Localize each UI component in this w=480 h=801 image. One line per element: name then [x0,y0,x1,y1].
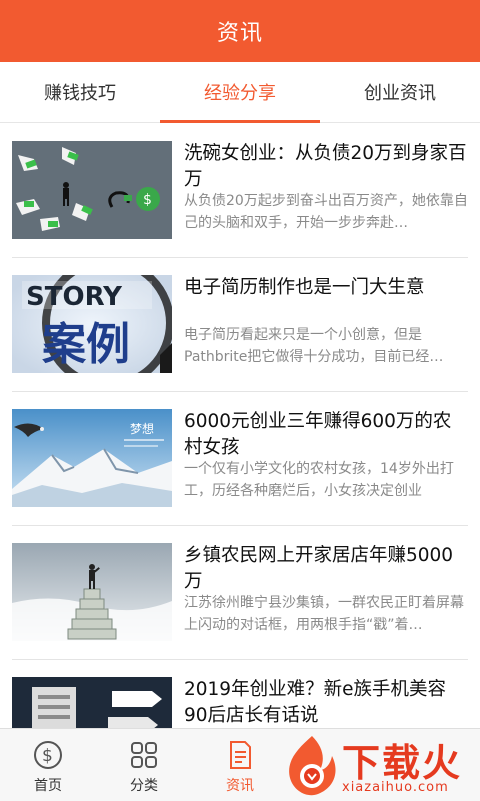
article-list: $ 洗碗女创业：从负债20万到身家百万 从负债20万起步到奋斗出百万资产，她依靠… [0,123,480,728]
dollar-coin-icon: $ [32,739,64,771]
article-thumbnail: STORY 案例 [12,275,172,373]
article-title: 6000元创业三年赚得600万的农村女孩 [184,411,452,458]
flame-icon [289,736,336,796]
article-title: 电子简历制作也是一门大生意 [184,277,425,298]
article-summary: 江苏徐州睢宁县沙集镇，一群农民正盯着屏幕上闪动的对话框，用两根手指“戳”着… [184,595,464,633]
tab-label: 经验分享 [204,83,276,104]
category-tabs: 赚钱技巧 经验分享 创业资讯 [0,62,480,123]
article-thumbnail [12,543,172,641]
thumb-story-text: STORY [26,282,123,312]
svg-text:$: $ [143,192,152,208]
tab-experience-sharing[interactable]: 经验分享 [160,62,320,123]
article-item[interactable]: 乡镇农民网上开家居店年赚5000万 江苏徐州睢宁县沙集镇，一群农民正盯着屏幕上闪… [12,525,468,659]
nav-label: 分类 [130,778,158,794]
tab-label: 赚钱技巧 [44,83,116,104]
grid-icon [128,739,160,771]
article-title: 2019年创业难？新e族手机美容90后店长有话说 [184,679,446,726]
thumb-case-text: 案例 [42,319,130,370]
watermark-text: 下载火 [342,741,463,785]
article-title: 乡镇农民网上开家居店年赚5000万 [184,545,454,592]
app-header: 资讯 [0,0,480,62]
article-thumbnail [12,677,172,728]
article-thumbnail: $ [12,141,172,239]
nav-category[interactable]: 分类 [104,729,184,801]
page-title: 资讯 [216,21,263,46]
tab-money-tips[interactable]: 赚钱技巧 [0,62,160,122]
tab-label: 创业资讯 [364,83,436,104]
thumb-dream-text: 梦想 [130,421,154,436]
article-summary: 从负债20万起步到奋斗出百万资产，她依靠自己的头脑和双手，开始一步步奔赴… [184,193,468,231]
article-item[interactable]: $ 洗碗女创业：从负债20万到身家百万 从负债20万起步到奋斗出百万资产，她依靠… [12,123,468,257]
article-item[interactable]: 梦想 6000元创业三年赚得600万的农村女孩 一个仅有小学文化的农村女孩，14… [12,391,468,525]
watermark-url: xiazaihuo.com [342,780,449,795]
document-icon [224,739,256,771]
article-thumbnail: 梦想 [12,409,172,507]
article-item[interactable]: 2019年创业难？新e族手机美容90后店长有话说 [12,659,468,728]
svg-text:$: $ [42,746,53,766]
nav-label: 首页 [34,778,62,794]
nav-home[interactable]: $ 首页 [8,729,88,801]
nav-news[interactable]: 资讯 [200,729,280,801]
article-summary: 电子简历看起来只是一个小创意，但是Pathbrite把它做得十分成功，目前已经… [184,327,444,365]
tab-startup-news[interactable]: 创业资讯 [320,62,480,122]
article-title: 洗碗女创业：从负债20万到身家百万 [184,143,467,190]
nav-label: 资讯 [226,778,254,794]
article-item[interactable]: STORY 案例 电子简历制作也是一门大生意 电子简历看起来只是一个小创意，但是… [12,257,468,391]
watermark-logo: 下载火 xiazaihuo.com [282,730,480,800]
article-summary: 一个仅有小学文化的农村女孩，14岁外出打工，历经各种磨烂后，小女孩决定创业 [184,461,454,499]
